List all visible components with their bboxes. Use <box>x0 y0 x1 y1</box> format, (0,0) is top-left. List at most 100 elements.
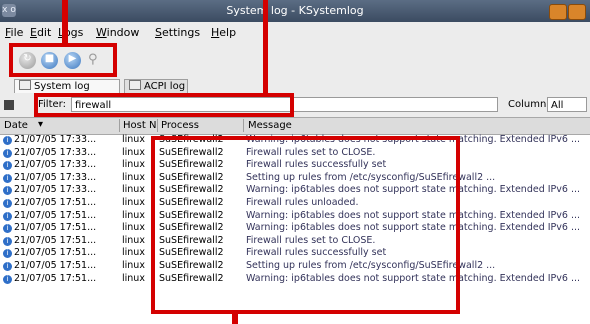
table-row[interactable]: i 21/07/05 17:51... linux SuSEfirewall2 Warn… <box>0 222 590 235</box>
cell-host: linux <box>122 196 145 208</box>
cell-process: SuSEfirewall2 <box>159 234 224 246</box>
column-select[interactable]: All <box>547 97 587 112</box>
tab-acpi-log[interactable]: ACPI log <box>124 79 188 94</box>
cell-host: linux <box>122 171 145 183</box>
tab-bar: System log ACPI log <box>0 78 590 94</box>
clear-filter-icon[interactable] <box>4 100 14 110</box>
cell-process: SuSEfirewall2 <box>159 134 224 145</box>
info-icon: i <box>3 186 12 196</box>
cell-process: SuSEfirewall2 <box>159 222 224 234</box>
cell-message: Firewall rules unloaded. <box>246 196 359 208</box>
acpi-log-icon <box>129 80 141 90</box>
col-process[interactable]: Process <box>161 120 199 131</box>
info-icon: i <box>3 261 12 271</box>
table-row[interactable]: i 21/07/05 17:33... linux SuSEfirewall2 Warn… <box>0 134 590 147</box>
cell-host: linux <box>122 146 145 158</box>
cell-message: Firewall rules successfully set <box>246 159 387 171</box>
col-host[interactable]: Host N <box>123 120 156 131</box>
menu-settings[interactable]: Settings <box>155 26 200 39</box>
stop-icon: ■ <box>44 53 55 64</box>
cell-host: linux <box>122 134 145 145</box>
tab-label: System log <box>34 81 90 92</box>
info-icon: i <box>3 198 12 208</box>
cell-message: Warning: ip6tables does not support stat… <box>246 134 581 145</box>
table-row[interactable]: i 21/07/05 17:51... linux SuSEfirewall2 Warn… <box>0 273 590 286</box>
table-row[interactable]: i 21/07/05 17:33... linux SuSEfirewall2 Sett… <box>0 172 590 185</box>
resume-button[interactable]: ▶ <box>64 52 81 69</box>
filter-bar: Filter: firewall Column: All <box>0 93 590 117</box>
log-table-header: Date ▾ Host N Process Message <box>0 117 590 135</box>
table-row[interactable]: i 21/07/05 17:51... linux SuSEfirewall2 Sett… <box>0 260 590 273</box>
menu-window[interactable]: Window <box>96 26 139 39</box>
cell-date: 21/07/05 17:33... <box>14 184 97 196</box>
cell-date: 21/07/05 17:51... <box>14 209 97 221</box>
cell-host: linux <box>122 234 145 246</box>
minimize-button[interactable] <box>549 4 567 20</box>
cell-date: 21/07/05 17:33... <box>14 159 97 171</box>
cell-process: SuSEfirewall2 <box>159 196 224 208</box>
cell-process: SuSEfirewall2 <box>159 247 224 259</box>
cell-date: 21/07/05 17:51... <box>14 222 97 234</box>
menu-edit[interactable]: Edit <box>30 26 51 39</box>
search-icon[interactable]: ⚲ <box>88 52 98 67</box>
cell-process: SuSEfirewall2 <box>159 184 224 196</box>
info-icon: i <box>3 249 12 259</box>
info-icon: i <box>3 224 12 234</box>
menu-bar: File Edit Logs Window Settings Help <box>0 22 590 42</box>
maximize-button[interactable] <box>568 4 586 20</box>
stop-button[interactable]: ■ <box>41 52 58 69</box>
info-icon: i <box>3 274 12 284</box>
cell-message: Warning: ip6tables does not support stat… <box>246 184 581 196</box>
system-log-icon <box>19 80 31 90</box>
cell-host: linux <box>122 184 145 196</box>
table-row[interactable]: i 21/07/05 17:51... linux SuSEfirewall2 Fire… <box>0 247 590 260</box>
table-row[interactable]: i 21/07/05 17:51... linux SuSEfirewall2 Fire… <box>0 235 590 248</box>
toolbar: ↻ ■ ▶ ⚲ <box>0 42 590 78</box>
tab-label: ACPI log <box>144 81 186 92</box>
cell-date: 21/07/05 17:51... <box>14 247 97 259</box>
cell-date: 21/07/05 17:33... <box>14 146 97 158</box>
column-separator <box>243 119 244 132</box>
table-row[interactable]: i 21/07/05 17:33... linux SuSEfirewall2 Fire… <box>0 147 590 160</box>
table-row[interactable]: i 21/07/05 17:33... linux SuSEfirewall2 Fire… <box>0 159 590 172</box>
info-icon: i <box>3 236 12 246</box>
info-icon: i <box>3 173 12 183</box>
cell-host: linux <box>122 159 145 171</box>
reload-icon: ↻ <box>23 53 32 64</box>
cell-process: SuSEfirewall2 <box>159 146 224 158</box>
info-icon: i <box>3 136 12 145</box>
cell-date: 21/07/05 17:51... <box>14 259 97 271</box>
cell-host: linux <box>122 209 145 221</box>
cell-message: Warning: ip6tables does not support stat… <box>246 272 581 284</box>
filter-input[interactable]: firewall <box>71 97 498 112</box>
cell-date: 21/07/05 17:51... <box>14 196 97 208</box>
reload-button[interactable]: ↻ <box>19 52 36 69</box>
cell-date: 21/07/05 17:51... <box>14 234 97 246</box>
title-bar: x o System log - KSystemlog <box>0 0 590 22</box>
column-label: Column: <box>508 99 550 110</box>
info-icon: i <box>3 148 12 158</box>
col-message[interactable]: Message <box>248 120 292 131</box>
cell-date: 21/07/05 17:33... <box>14 171 97 183</box>
cell-message: Warning: ip6tables does not support stat… <box>246 209 581 221</box>
cell-date: 21/07/05 17:33... <box>14 134 97 145</box>
table-row[interactable]: i 21/07/05 17:33... linux SuSEfirewall2 Warn… <box>0 184 590 197</box>
filter-callout-line <box>263 0 268 94</box>
table-row[interactable]: i 21/07/05 17:51... linux SuSEfirewall2 Fire… <box>0 197 590 210</box>
sort-desc-icon: ▾ <box>38 119 44 130</box>
menu-file[interactable]: File <box>5 26 23 39</box>
log-table: i 21/07/05 17:33... linux SuSEfirewall2 Warn… <box>0 134 590 285</box>
cell-message: Warning: ip6tables does not support stat… <box>246 222 581 234</box>
table-row[interactable]: i 21/07/05 17:51... linux SuSEfirewall2 Warn… <box>0 210 590 223</box>
col-date[interactable]: Date <box>4 120 28 131</box>
menu-help[interactable]: Help <box>211 26 236 39</box>
cell-host: linux <box>122 222 145 234</box>
cell-message: Setting up rules from /etc/sysconfig/SuS… <box>246 259 496 271</box>
cell-process: SuSEfirewall2 <box>159 171 224 183</box>
cell-host: linux <box>122 259 145 271</box>
window-title: System log - KSystemlog <box>226 4 364 17</box>
tab-system-log[interactable]: System log <box>14 79 120 94</box>
cell-process: SuSEfirewall2 <box>159 209 224 221</box>
results-callout-line <box>232 313 238 324</box>
cell-message: Setting up rules from /etc/sysconfig/SuS… <box>246 171 496 183</box>
